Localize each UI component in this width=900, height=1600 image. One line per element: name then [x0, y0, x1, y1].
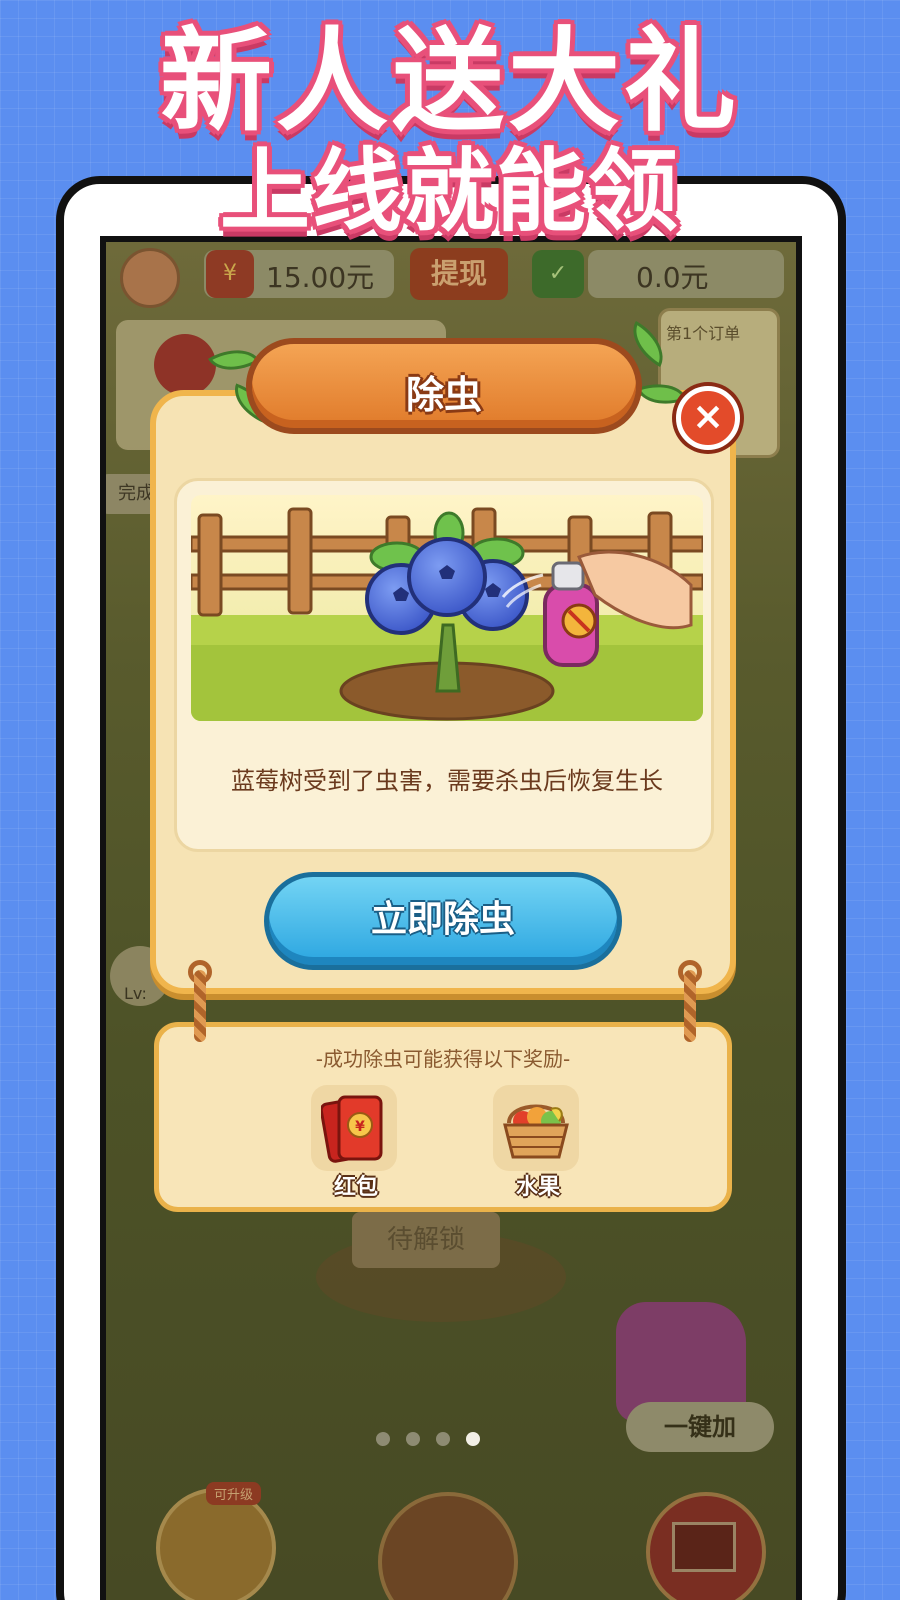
dialog-title-banner: 除虫 — [246, 338, 642, 434]
red-envelope-icon: ¥ — [321, 1095, 383, 1163]
reward-panel: -成功除虫可能获得以下奖励- ¥ 红包 水果 — [154, 1022, 732, 1212]
page-dot[interactable] — [436, 1432, 450, 1446]
coin-balance: 15.00元 — [266, 261, 375, 294]
locked-sign: 待解锁 — [352, 1212, 500, 1268]
dialog-title: 除虫 — [405, 373, 482, 417]
blueberry-tree-illustration — [191, 495, 703, 721]
apple-icon — [154, 334, 216, 396]
rope-right — [684, 970, 696, 1042]
pagination-dots — [376, 1432, 496, 1446]
reward-title: -成功除虫可能获得以下奖励- — [315, 1047, 571, 1071]
pest-spray-scene — [191, 495, 703, 721]
pest-description: 蓝莓树受到了虫害，需要杀虫后恢复生长 — [231, 767, 663, 795]
level-label: Lv: — [124, 984, 147, 1003]
one-key-water-button[interactable]: 一键加 — [626, 1402, 774, 1452]
rope-left — [194, 970, 206, 1042]
page-dot[interactable] — [376, 1432, 390, 1446]
page-dot[interactable] — [406, 1432, 420, 1446]
close-button[interactable]: × — [676, 386, 740, 450]
coin-icon: ¥ — [206, 250, 254, 298]
wallet-icon: ✓ — [532, 250, 584, 298]
barn-icon — [672, 1522, 736, 1572]
svg-text:¥: ¥ — [355, 1119, 365, 1135]
promo-line-1: 新人送大礼 — [160, 17, 740, 147]
order-label: 第1个订单 — [666, 324, 741, 343]
remove-pests-button[interactable]: 立即除虫 — [264, 872, 622, 970]
page-dot-active[interactable] — [466, 1432, 480, 1446]
wallet-balance: 0.0元 — [636, 261, 709, 294]
player-avatar[interactable] — [120, 248, 180, 308]
upgrade-tag: 可升级 — [206, 1482, 262, 1505]
reward-item-red-envelope: ¥ 红包 — [311, 1085, 401, 1200]
reward-item-fruit: 水果 — [493, 1085, 583, 1200]
reward-label: 水果 — [515, 1175, 560, 1200]
promo-line-2: 上线就能领 — [220, 139, 680, 244]
fruit-basket-icon — [503, 1104, 569, 1159]
fruit-basket-button[interactable] — [378, 1492, 518, 1600]
withdraw-button[interactable]: 提现 — [410, 248, 508, 300]
dialog-content-card: 蓝莓树受到了虫害，需要杀虫后恢复生长 — [174, 478, 714, 852]
reward-label: 红包 — [333, 1175, 378, 1200]
